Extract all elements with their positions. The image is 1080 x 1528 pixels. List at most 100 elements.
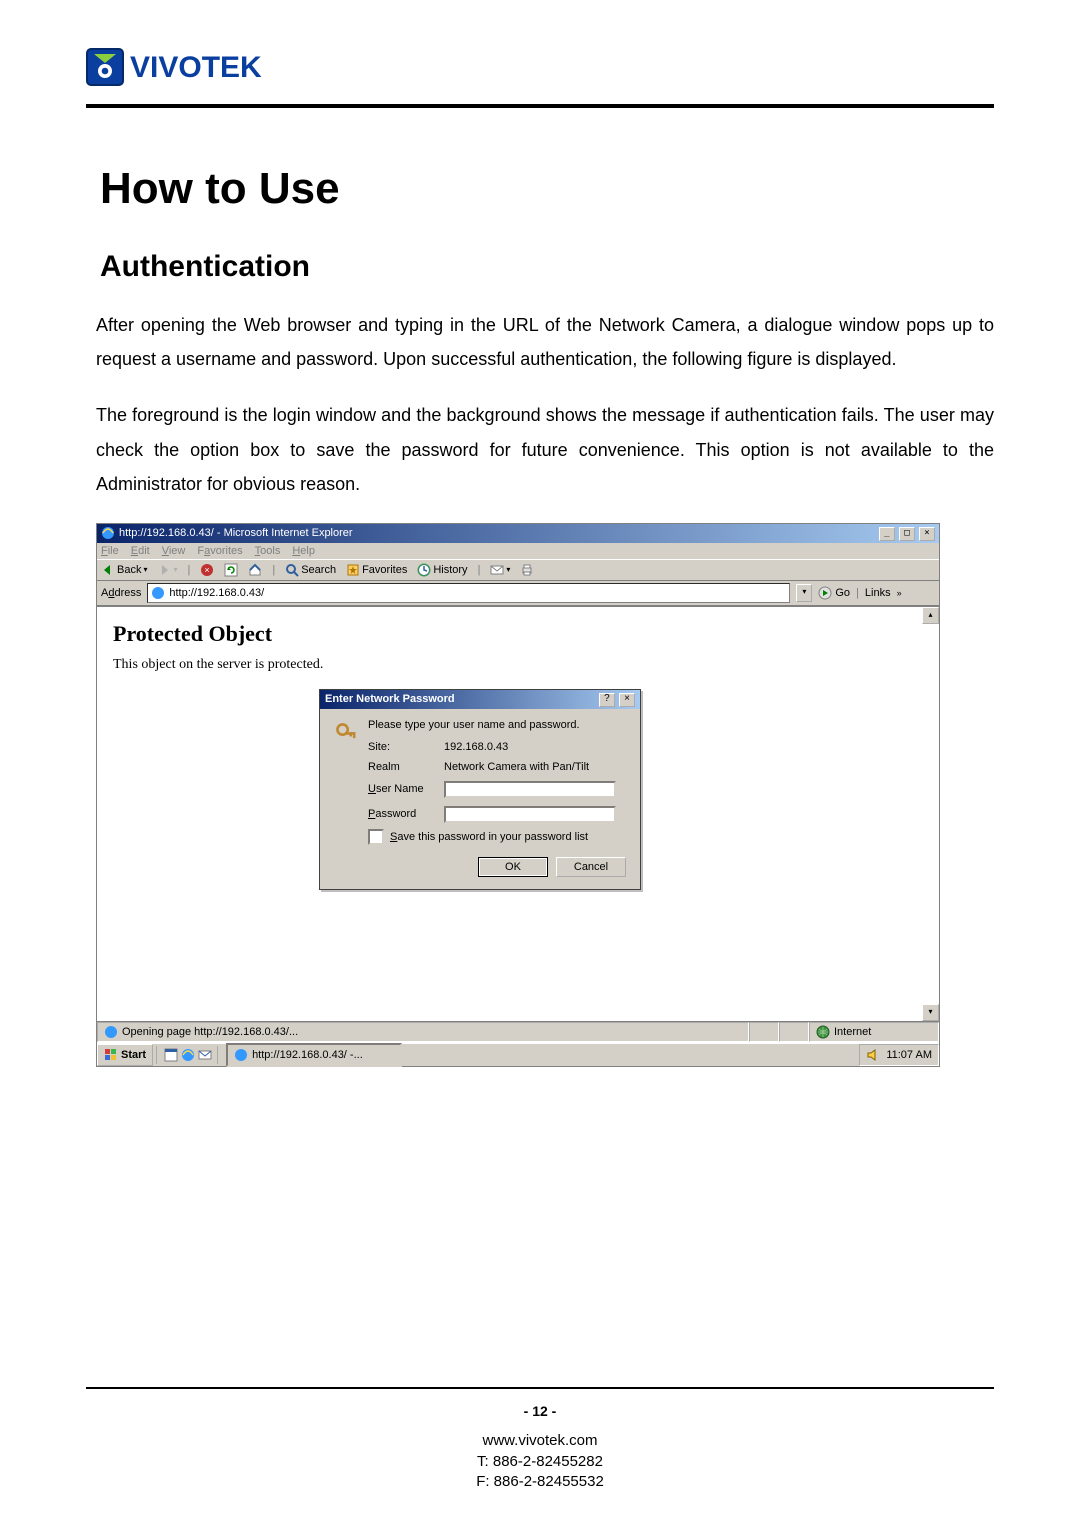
address-label: Address	[101, 587, 141, 599]
show-desktop-icon[interactable]	[164, 1048, 178, 1062]
page-footer: - 12 - www.vivotek.com T: 886-2-82455282…	[0, 1387, 1080, 1492]
close-button[interactable]: ×	[919, 527, 935, 541]
heading-authentication: Authentication	[100, 250, 994, 284]
scroll-up-button[interactable]: ▴	[922, 607, 939, 624]
realm-value: Network Camera with Pan/Tilt	[444, 761, 626, 773]
back-button[interactable]: Back ▾	[101, 563, 147, 577]
mail-icon	[490, 563, 504, 577]
address-dropdown[interactable]: ▾	[796, 584, 812, 602]
page-number: - 12 -	[0, 1403, 1080, 1419]
ok-button[interactable]: OK	[478, 857, 548, 877]
dialog-prompt: Please type your user name and password.	[368, 719, 626, 731]
maximize-button[interactable]: □	[899, 527, 915, 541]
go-arrow-icon	[818, 586, 832, 600]
start-button[interactable]: Start	[97, 1044, 153, 1066]
protected-object-text: This object on the server is protected.	[113, 657, 923, 673]
paragraph-2: The foreground is the login window and t…	[96, 398, 994, 501]
footer-tel: T: 886-2-82455282	[0, 1452, 1080, 1472]
volume-icon[interactable]	[866, 1048, 880, 1062]
cancel-button[interactable]: Cancel	[556, 857, 626, 877]
site-value: 192.168.0.43	[444, 741, 626, 753]
svg-text:VIVOTEK: VIVOTEK	[130, 51, 262, 84]
search-icon	[285, 563, 299, 577]
favorites-icon	[346, 563, 360, 577]
ie-logo-icon	[101, 526, 115, 540]
document-page: VIVOTEK How to Use Authentication After …	[0, 0, 1080, 1528]
menu-help[interactable]: Help	[292, 545, 315, 557]
taskbar-separator	[156, 1046, 159, 1064]
dialog-close-button[interactable]: ×	[619, 693, 635, 707]
ie-quicklaunch-icon[interactable]	[181, 1048, 195, 1062]
forward-arrow-icon	[157, 563, 171, 577]
footer-fax: F: 886-2-82455532	[0, 1472, 1080, 1492]
username-label: User Name	[368, 783, 434, 795]
tray-clock: 11:07 AM	[886, 1049, 932, 1061]
links-label[interactable]: Links	[865, 587, 891, 599]
ie-task-icon	[234, 1048, 248, 1062]
toolbar-separator: |	[478, 564, 481, 576]
password-label: Password	[368, 808, 434, 820]
home-icon[interactable]	[248, 563, 262, 577]
footer-site: www.vivotek.com	[0, 1431, 1080, 1451]
paragraph-1: After opening the Web browser and typing…	[96, 308, 994, 376]
scroll-down-button[interactable]: ▾	[922, 1004, 939, 1021]
status-empty-2	[779, 1022, 809, 1042]
ie-toolbar: Back ▾ ▾ | × | Search Favorites Hist	[97, 559, 939, 581]
forward-button: ▾	[157, 563, 177, 577]
save-password-label: Save this password in your password list	[390, 831, 588, 843]
windows-logo-icon	[104, 1048, 118, 1062]
key-icon	[334, 719, 358, 747]
history-icon	[417, 563, 431, 577]
dialog-body: Please type your user name and password.…	[320, 709, 640, 889]
back-arrow-icon	[101, 563, 115, 577]
stop-icon[interactable]: ×	[200, 563, 214, 577]
taskbar-ie-task[interactable]: http://192.168.0.43/ -...	[226, 1043, 402, 1067]
ie-titlebar: http://192.168.0.43/ - Microsoft Interne…	[97, 524, 939, 543]
print-icon[interactable]	[520, 563, 534, 577]
ie-statusbar: Opening page http://192.168.0.43/... Int…	[97, 1021, 939, 1042]
status-main: Opening page http://192.168.0.43/...	[97, 1022, 749, 1042]
menu-view[interactable]: View	[162, 545, 186, 557]
brand-logo: VIVOTEK	[86, 48, 994, 86]
menu-tools[interactable]: Tools	[255, 545, 281, 557]
address-value: http://192.168.0.43/	[169, 587, 264, 599]
go-button[interactable]: Go	[818, 586, 850, 600]
password-input[interactable]	[444, 806, 616, 823]
toolbar-separator: |	[188, 564, 191, 576]
realm-label: Realm	[368, 761, 434, 773]
header-rule	[86, 104, 994, 108]
windows-taskbar: Start http://192.168.0.43/ -... 11:07 AM	[97, 1042, 939, 1066]
username-input[interactable]	[444, 781, 616, 798]
footer-rule	[86, 1387, 994, 1389]
toolbar-separator: |	[856, 587, 859, 599]
search-button[interactable]: Search	[285, 563, 336, 577]
dialog-titlebar: Enter Network Password ? ×	[320, 690, 640, 709]
favorites-button[interactable]: Favorites	[346, 563, 407, 577]
status-zone: Internet	[809, 1022, 939, 1042]
protected-object-heading: Protected Object	[113, 621, 923, 647]
minimize-button[interactable]: _	[879, 527, 895, 541]
menu-favorites[interactable]: Favorites	[197, 545, 242, 557]
logo-wordmark: VIVOTEK	[130, 49, 330, 85]
taskbar-separator	[217, 1046, 220, 1064]
dialog-help-button[interactable]: ?	[599, 693, 615, 707]
links-chevron[interactable]: »	[897, 588, 902, 598]
menu-edit[interactable]: Edit	[131, 545, 150, 557]
ie-addressbar: Address http://192.168.0.43/ ▾ Go | Link…	[97, 581, 939, 606]
ie-window: http://192.168.0.43/ - Microsoft Interne…	[96, 523, 940, 1067]
status-empty-1	[749, 1022, 779, 1042]
ie-page-loading-icon	[104, 1025, 118, 1039]
address-field[interactable]: http://192.168.0.43/	[147, 583, 790, 603]
svg-text:×: ×	[205, 565, 210, 575]
menu-file[interactable]: FFileile	[101, 545, 119, 557]
ie-page-icon	[151, 586, 165, 600]
outlook-quicklaunch-icon[interactable]	[198, 1048, 212, 1062]
mail-button[interactable]: ▾	[490, 563, 510, 577]
logo-mark-icon	[86, 48, 124, 86]
site-label: Site:	[368, 741, 434, 753]
heading-how-to-use: How to Use	[100, 164, 994, 214]
history-button[interactable]: History	[417, 563, 467, 577]
save-password-checkbox[interactable]	[368, 829, 384, 845]
ie-menubar: FFileile Edit View Favorites Tools Help	[97, 543, 939, 559]
refresh-icon[interactable]	[224, 563, 238, 577]
